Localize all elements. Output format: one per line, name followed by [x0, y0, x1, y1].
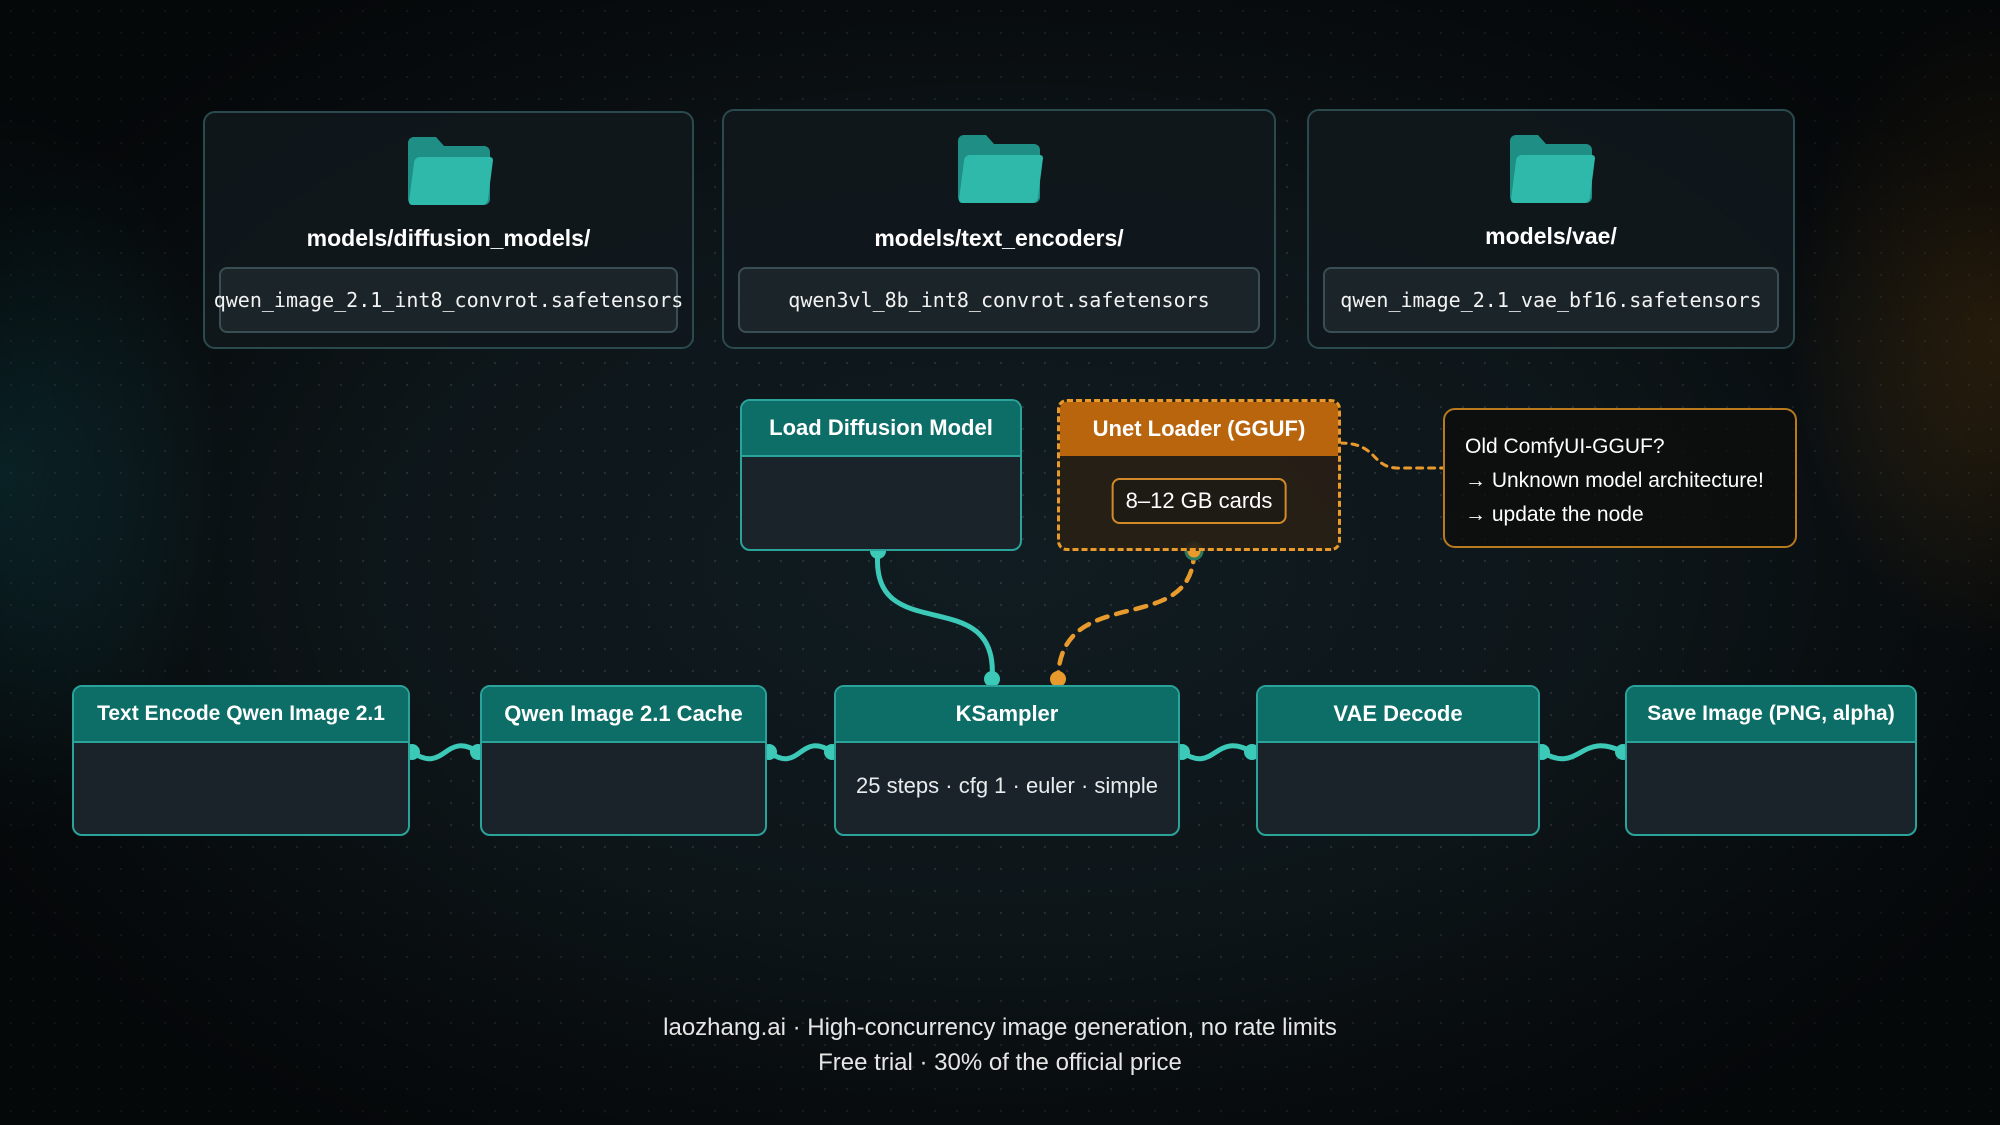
node-unet-loader-gguf[interactable]: Unet Loader (GGUF) 8–12 GB cards — [1057, 399, 1341, 551]
wire-unet-to-note — [1338, 441, 1445, 470]
wire-textencode-to-cache — [409, 743, 481, 762]
node-title: KSampler — [836, 687, 1178, 743]
node-load-diffusion-model[interactable]: Load Diffusion Model — [740, 399, 1022, 551]
node-ksampler[interactable]: KSampler 25 steps · cfg 1 · euler · simp… — [834, 685, 1180, 836]
node-title: Save Image (PNG, alpha) — [1627, 687, 1915, 743]
folder-icon — [1510, 135, 1595, 203]
note-line: → Unknown model architecture! — [1465, 469, 1764, 492]
folder-title: models/vae/ — [1485, 223, 1617, 249]
wire-vae-to-save — [1539, 743, 1626, 762]
note-line: → update the node — [1465, 503, 1644, 526]
node-title: VAE Decode — [1258, 687, 1538, 743]
file-name[interactable]: qwen_image_2.1_vae_bf16.safetensors — [1323, 267, 1779, 333]
vram-badge: 8–12 GB cards — [1111, 478, 1287, 524]
folder-panel-vae: models/vae/ qwen_image_2.1_vae_bf16.safe… — [1307, 109, 1795, 349]
node-vae-decode[interactable]: VAE Decode — [1256, 685, 1540, 836]
footer-line-2: Free trial · 30% of the official price — [818, 1049, 1182, 1076]
folder-icon — [407, 137, 493, 205]
warning-note: Old ComfyUI-GGUF? → Unknown model archit… — [1443, 408, 1797, 548]
node-qwen-image-cache[interactable]: Qwen Image 2.1 Cache — [480, 685, 767, 836]
ksampler-settings: 25 steps · cfg 1 · euler · simple — [855, 773, 1158, 798]
footer-line-1: laozhang.ai · High-concurrency image gen… — [663, 1014, 1337, 1041]
node-title: Unet Loader (GGUF) — [1060, 402, 1338, 456]
folder-icon — [958, 135, 1043, 203]
folder-panel-text-encoders: models/text_encoders/ qwen3vl_8b_int8_co… — [722, 109, 1276, 349]
node-save-image[interactable]: Save Image (PNG, alpha) — [1625, 685, 1917, 836]
wire-ksampler-to-vae — [1179, 743, 1255, 762]
folder-title: models/diffusion_models/ — [306, 225, 591, 251]
node-title: Text Encode Qwen Image 2.1 — [74, 687, 408, 743]
folder-title: models/text_encoders/ — [874, 225, 1124, 251]
folder-panel-diffusion-models: models/diffusion_models/ qwen_image_2.1_… — [203, 111, 694, 349]
node-title: Qwen Image 2.1 Cache — [482, 687, 765, 743]
node-text-encode-qwen-image[interactable]: Text Encode Qwen Image 2.1 — [72, 685, 410, 836]
note-line: Old ComfyUI-GGUF? — [1465, 435, 1665, 458]
node-title: Load Diffusion Model — [742, 401, 1020, 457]
wire-load-to-ksampler — [875, 548, 995, 682]
wire-cache-to-ksampler — [766, 743, 835, 762]
file-name[interactable]: qwen_image_2.1_int8_convrot.safetensors — [214, 267, 683, 333]
file-name[interactable]: qwen3vl_8b_int8_convrot.safetensors — [738, 267, 1260, 333]
wire-unet-to-ksampler — [1055, 548, 1197, 682]
